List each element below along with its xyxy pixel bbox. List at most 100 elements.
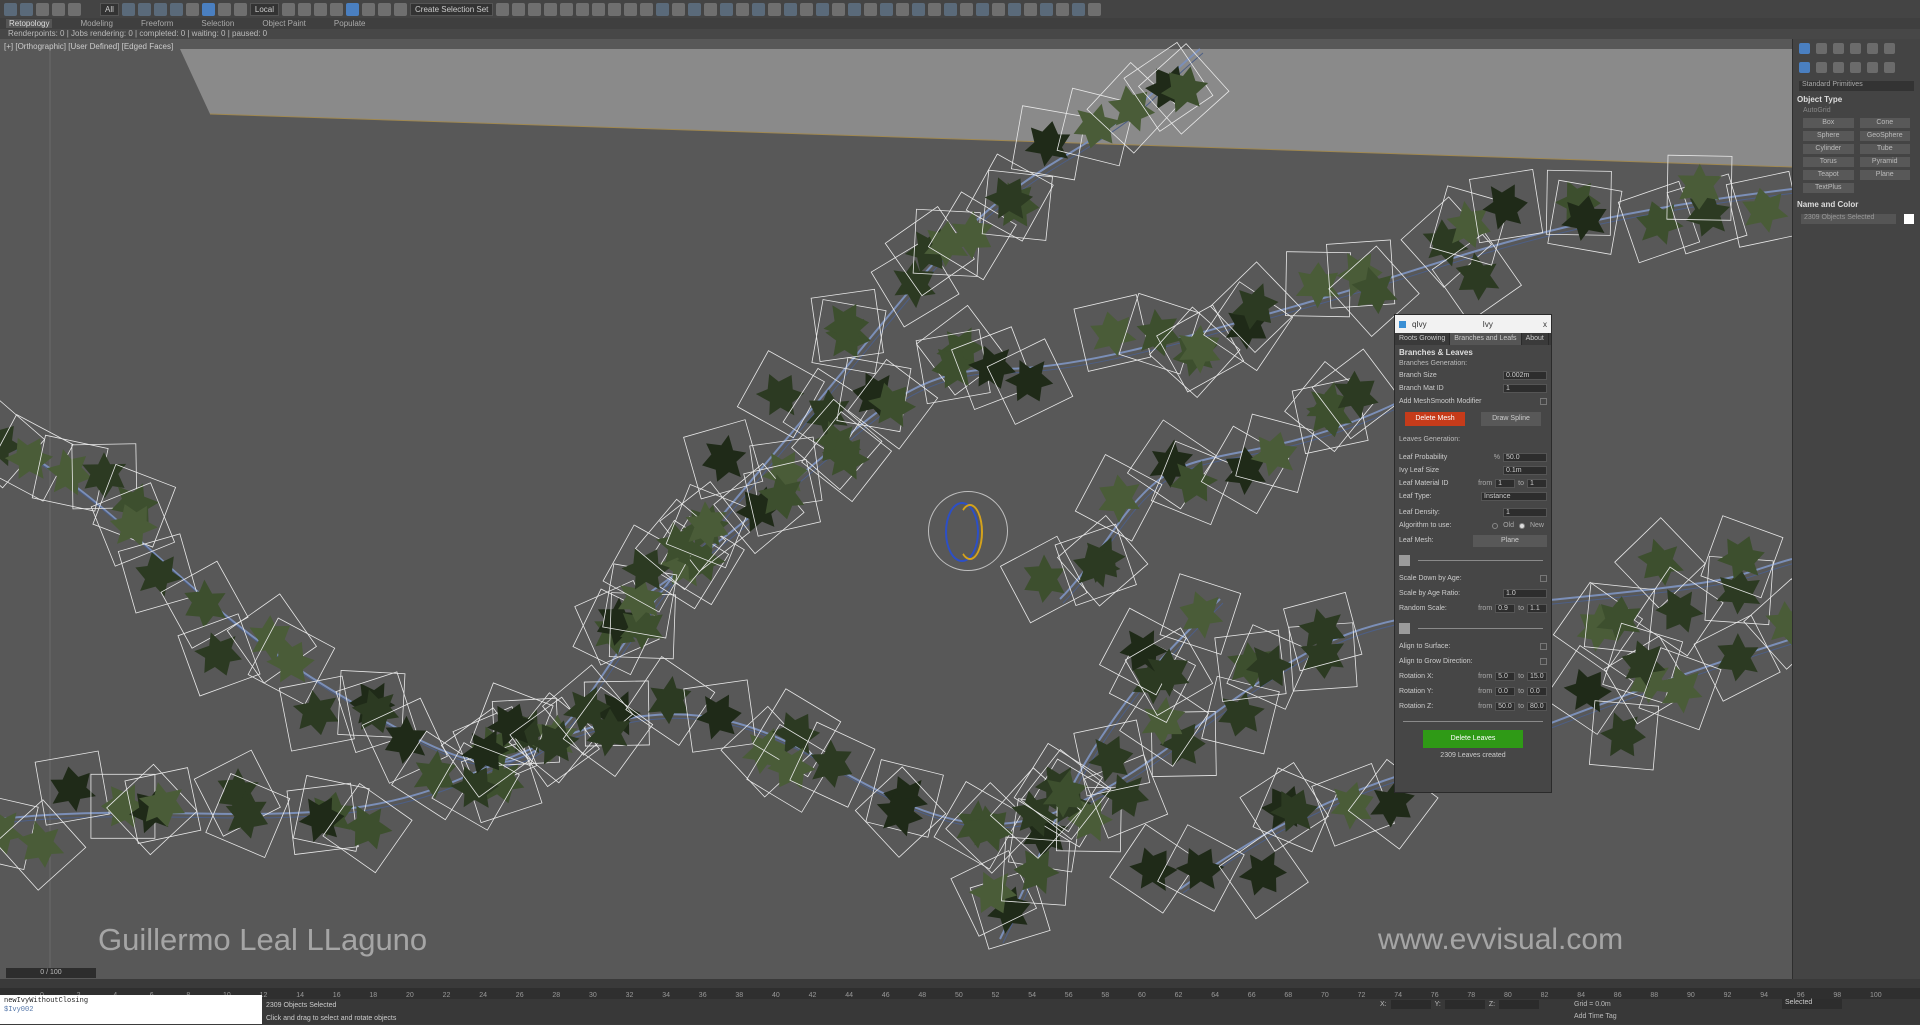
leaf-material-from-spinner[interactable]: 1 <box>1495 479 1516 488</box>
lights-icon[interactable] <box>1833 62 1844 73</box>
leaf-probability-spinner[interactable]: 50.0 <box>1503 453 1547 462</box>
plugin-tool-icon[interactable] <box>928 2 942 16</box>
trackbar-ruler[interactable]: 0246810121416182022242628303234363840424… <box>0 988 1920 999</box>
helpers-icon[interactable] <box>1867 62 1878 73</box>
x-coord-field[interactable] <box>1390 1000 1431 1009</box>
algorithm-new-radio[interactable] <box>1518 522 1525 529</box>
hierarchy-tab-icon[interactable] <box>1833 43 1844 54</box>
rendered-frame-icon[interactable] <box>624 2 638 16</box>
plugin-tool-icon[interactable] <box>1040 2 1054 16</box>
object-type-rollout[interactable]: Object Type <box>1797 95 1916 104</box>
plugin-tool-icon[interactable] <box>1008 2 1022 16</box>
plugin-tool-icon[interactable] <box>736 2 750 16</box>
leaf-material-to-spinner[interactable]: 1 <box>1527 479 1547 488</box>
window-crossing-icon[interactable] <box>169 2 183 16</box>
unlink-icon[interactable] <box>52 2 65 16</box>
leaf-mesh-picker-button[interactable]: Plane <box>1473 534 1547 547</box>
meshsmooth-checkbox[interactable] <box>1540 398 1547 405</box>
plugin-tool-icon[interactable] <box>800 2 814 16</box>
create-tab-icon[interactable] <box>1799 43 1810 54</box>
snaps-toggle-icon[interactable] <box>330 2 344 16</box>
render-setup-icon[interactable] <box>608 2 622 16</box>
plugin-tool-icon[interactable] <box>976 2 990 16</box>
plugin-tool-icon[interactable] <box>672 2 686 16</box>
primitive-button[interactable]: TextPlus <box>1803 183 1854 193</box>
select-by-name-icon[interactable] <box>137 2 151 16</box>
ribbon-tab[interactable]: Retopology <box>6 19 53 28</box>
rotation-z-from-spinner[interactable]: 50.0 <box>1495 702 1516 711</box>
shapes-icon[interactable] <box>1816 62 1827 73</box>
delete-leaves-button[interactable]: Delete Leaves <box>1423 730 1523 748</box>
toggle-ribbon-icon[interactable] <box>544 2 558 16</box>
close-icon[interactable]: x <box>1543 320 1547 329</box>
percent-snap-icon[interactable] <box>362 2 376 16</box>
draw-spline-button[interactable]: Draw Spline <box>1481 412 1541 426</box>
primitive-button[interactable]: Sphere <box>1803 131 1854 141</box>
mirror-icon[interactable] <box>496 2 510 16</box>
primitive-button[interactable]: Box <box>1803 118 1854 128</box>
scale-ratio-spinner[interactable]: 1.0 <box>1503 589 1547 598</box>
utilities-tab-icon[interactable] <box>1884 43 1895 54</box>
leaf-type-dropdown[interactable]: Instance <box>1481 492 1547 501</box>
delete-mesh-button[interactable]: Delete Mesh <box>1405 412 1465 426</box>
object-name-field[interactable]: 2309 Objects Selected <box>1801 214 1896 224</box>
rotate-gizmo[interactable] <box>928 491 1008 571</box>
primitive-button[interactable]: Cone <box>1859 118 1910 128</box>
keyboard-shortcut-icon[interactable] <box>314 2 328 16</box>
key-filter-dropdown[interactable]: Selected <box>1782 999 1842 1009</box>
tab-about[interactable]: About <box>1522 333 1549 345</box>
ribbon-tab[interactable]: Selection <box>201 19 234 28</box>
pivot-center-icon[interactable] <box>282 2 296 16</box>
maxscript-listener[interactable]: newIvyWithoutClosing $Ivy002 <box>0 995 262 1024</box>
plugin-tool-icon[interactable] <box>992 2 1006 16</box>
time-slider-frame[interactable]: 0 / 100 <box>6 968 96 978</box>
branch-size-spinner[interactable]: 0.002m <box>1503 371 1547 380</box>
primitive-button[interactable]: Pyramid <box>1859 157 1910 167</box>
random-scale-from-spinner[interactable]: 0.9 <box>1495 604 1516 613</box>
primitive-button[interactable]: Plane <box>1859 170 1910 180</box>
primitive-button[interactable]: Cylinder <box>1803 144 1854 154</box>
plugin-tool-icon[interactable] <box>896 2 910 16</box>
layer-explorer-icon[interactable] <box>528 2 542 16</box>
motion-tab-icon[interactable] <box>1850 43 1861 54</box>
plugin-tool-icon[interactable] <box>1072 2 1086 16</box>
plugin-tool-icon[interactable] <box>704 2 718 16</box>
z-coord-field[interactable] <box>1499 1000 1540 1009</box>
plugin-tool-icon[interactable] <box>768 2 782 16</box>
redo-icon[interactable] <box>20 2 33 16</box>
ivy-leaf-size-spinner[interactable]: 0.1m <box>1503 466 1547 475</box>
modify-tab-icon[interactable] <box>1816 43 1827 54</box>
branches-leaves-rollout[interactable]: Branches & Leaves <box>1395 345 1551 358</box>
geometry-icon[interactable] <box>1799 62 1810 73</box>
place-icon[interactable] <box>233 2 247 16</box>
plugin-tool-icon[interactable] <box>784 2 798 16</box>
bind-space-warp-icon[interactable] <box>68 2 81 16</box>
display-tab-icon[interactable] <box>1867 43 1878 54</box>
selection-filter-dropdown[interactable]: All <box>100 2 119 16</box>
reference-coordinate-dropdown[interactable]: Local <box>249 2 280 16</box>
dialog-titlebar[interactable]: qIvy Ivy x <box>1395 315 1551 333</box>
link-icon[interactable] <box>36 2 49 16</box>
algorithm-old-radio[interactable] <box>1492 522 1499 529</box>
scale-down-checkbox[interactable] <box>1540 575 1547 582</box>
rotation-x-from-spinner[interactable]: 5.0 <box>1495 672 1516 681</box>
undo-icon[interactable] <box>4 2 17 16</box>
primitive-button[interactable]: Torus <box>1803 157 1854 167</box>
scale-icon[interactable] <box>217 2 231 16</box>
curve-editor-icon[interactable] <box>560 2 574 16</box>
cameras-icon[interactable] <box>1850 62 1861 73</box>
plugin-tool-icon[interactable] <box>832 2 846 16</box>
material-editor-icon[interactable] <box>592 2 606 16</box>
space-warps-icon[interactable] <box>1884 62 1895 73</box>
move-icon[interactable] <box>185 2 199 16</box>
script-tool-icon[interactable] <box>656 2 670 16</box>
autogrid-checkbox[interactable]: AutoGrid <box>1793 106 1920 115</box>
rotation-y-to-spinner[interactable]: 0.0 <box>1527 687 1547 696</box>
plugin-tool-icon[interactable] <box>912 2 926 16</box>
spinner-snap-icon[interactable] <box>378 2 392 16</box>
branch-mat-spinner[interactable]: 1 <box>1503 384 1547 393</box>
plugin-tool-icon[interactable] <box>864 2 878 16</box>
plugin-tool-icon[interactable] <box>688 2 702 16</box>
plugin-tool-icon[interactable] <box>720 2 734 16</box>
rotate-gizmo-ring[interactable] <box>957 504 983 560</box>
